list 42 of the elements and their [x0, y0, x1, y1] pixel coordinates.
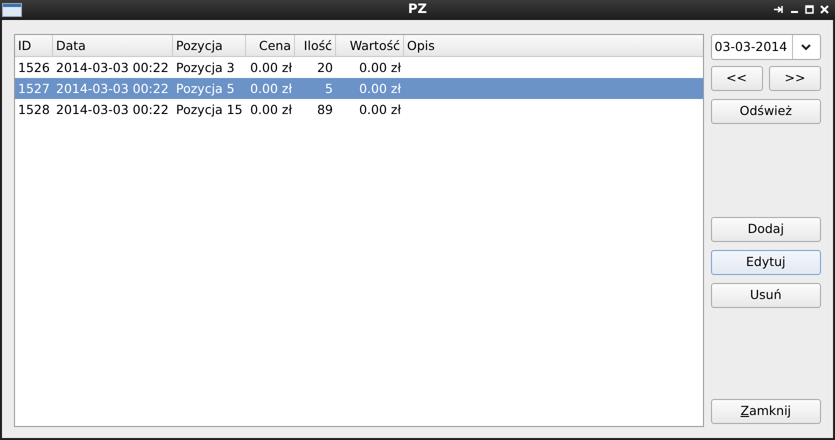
date-combo-box[interactable]: 03-03-2014 [710, 34, 821, 60]
action-button[interactable]: Edytuj [710, 250, 821, 275]
table-cell: Pozycja 5 [176, 81, 235, 96]
table-cell: 0.00 zł [359, 60, 401, 75]
table-cell: 0.00 zł [359, 102, 401, 117]
table-row[interactable]: 1528 2014-03-03 00:22 Pozycja 15 0.00 zł 89 0.00 zł [15, 99, 703, 120]
maximize-icon[interactable] [804, 5, 814, 14]
table-cell: Pozycja 3 [176, 60, 235, 75]
table-cell: 0.00 zł [250, 60, 292, 75]
pin-icon[interactable] [774, 5, 784, 14]
table-cell: Pozycja 15 [176, 102, 243, 117]
action-button[interactable]: Usuń [710, 283, 821, 308]
previous-button[interactable]: << [710, 66, 763, 91]
table-cell: 2014-03-03 00:22 [56, 102, 169, 117]
column-header[interactable]: Cena [246, 35, 295, 56]
table-cell: 0.00 zł [250, 102, 292, 117]
next-button[interactable]: >> [769, 66, 821, 91]
chevron-down-icon[interactable] [801, 44, 812, 50]
column-header[interactable]: Pozycja [173, 35, 246, 56]
column-header[interactable]: ID [15, 35, 53, 56]
date-field[interactable]: 03-03-2014 [712, 35, 792, 59]
close-icon[interactable] [820, 5, 829, 14]
table-cell: 20 [317, 60, 333, 75]
refresh-button[interactable]: Odśwież [710, 99, 821, 124]
window-title: PZ [408, 1, 427, 20]
table-cell: 1526 [18, 60, 50, 75]
table-cell: 5 [325, 81, 333, 96]
column-header[interactable]: Data [53, 35, 173, 56]
table-cell: 0.00 zł [250, 81, 292, 96]
column-header[interactable]: Opis [404, 35, 703, 56]
table-cell: 2014-03-03 00:22 [56, 81, 169, 96]
table-row[interactable]: 1526 2014-03-03 00:22 Pozycja 3 0.00 zł 20 0.00 zł [15, 57, 703, 78]
column-header[interactable]: Ilość [295, 35, 336, 56]
window-icon [2, 3, 22, 17]
table-cell: 1528 [18, 102, 50, 117]
table-cell: 89 [317, 102, 333, 117]
table-cell: 0.00 zł [359, 81, 401, 96]
table-cell: 2014-03-03 00:22 [56, 60, 169, 75]
action-button[interactable]: Dodaj [710, 217, 821, 242]
column-header[interactable]: Wartość [336, 35, 404, 56]
table-cell: 1527 [18, 81, 50, 96]
close-button[interactable]: Zamknij [710, 399, 821, 424]
